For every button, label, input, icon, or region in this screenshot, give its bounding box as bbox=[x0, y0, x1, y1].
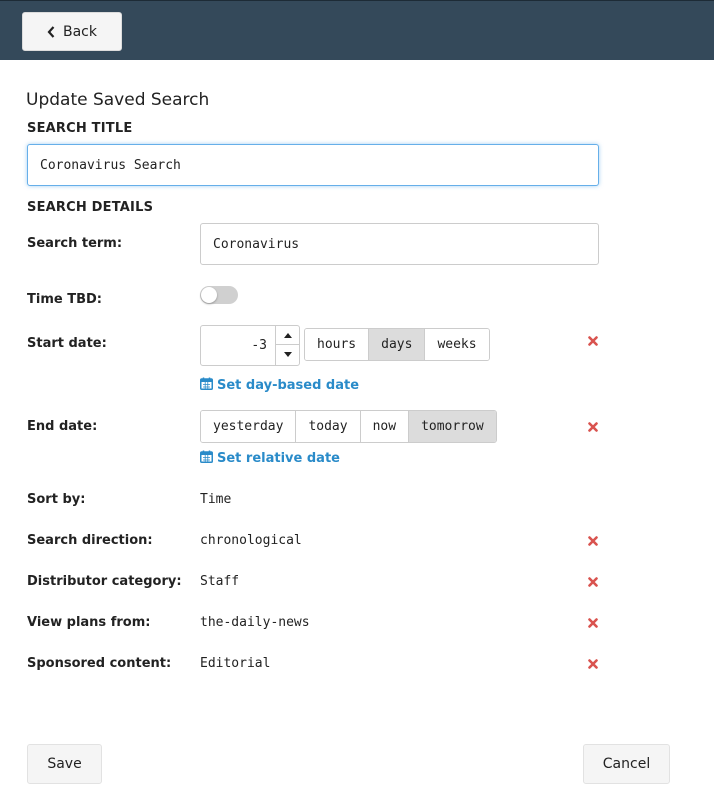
stepper-arrows bbox=[275, 326, 299, 365]
search-details-section-label: SEARCH DETAILS bbox=[27, 200, 154, 215]
start-date-label: Start date: bbox=[27, 336, 107, 351]
distributor-category-remove-close-icon[interactable] bbox=[586, 575, 600, 589]
back-button[interactable]: Back bbox=[22, 12, 122, 51]
end-date-now-button[interactable]: now bbox=[359, 411, 409, 442]
sort-by-value: Time bbox=[200, 492, 232, 507]
unit-weeks-button[interactable]: weeks bbox=[424, 329, 489, 360]
calendar-icon bbox=[200, 377, 213, 394]
start-date-unit-group: hours days weeks bbox=[304, 328, 490, 361]
unit-hours-button[interactable]: hours bbox=[305, 329, 369, 360]
search-direction-label: Search direction: bbox=[27, 533, 153, 548]
start-date-value: -3 bbox=[251, 338, 267, 353]
sponsored-content-remove-close-icon[interactable] bbox=[586, 657, 600, 671]
end-date-tomorrow-button[interactable]: tomorrow bbox=[408, 411, 496, 442]
page-title: Update Saved Search bbox=[26, 90, 210, 110]
set-day-based-date-label: Set day-based date bbox=[217, 378, 360, 393]
unit-days-button[interactable]: days bbox=[368, 329, 425, 360]
caret-up-icon[interactable] bbox=[276, 326, 299, 345]
view-plans-from-label: View plans from: bbox=[27, 615, 151, 630]
set-relative-date-link[interactable]: Set relative date bbox=[200, 450, 340, 467]
top-bar: Back bbox=[0, 0, 714, 60]
chevron-left-icon bbox=[47, 25, 55, 38]
distributor-category-value: Staff bbox=[200, 574, 240, 589]
search-term-input[interactable] bbox=[200, 223, 599, 265]
set-relative-date-label: Set relative date bbox=[217, 451, 340, 466]
toggle-knob bbox=[201, 287, 217, 303]
search-term-label: Search term: bbox=[27, 236, 123, 251]
end-date-today-button[interactable]: today bbox=[295, 411, 360, 442]
sort-by-label: Sort by: bbox=[27, 492, 86, 507]
calendar-icon bbox=[200, 450, 213, 467]
view-plans-from-value: the-daily-news bbox=[200, 615, 310, 630]
time-tbd-label: Time TBD: bbox=[27, 292, 102, 307]
start-date-remove-close-icon[interactable] bbox=[586, 334, 600, 348]
end-date-remove-close-icon[interactable] bbox=[586, 420, 600, 434]
start-date-stepper[interactable]: -3 bbox=[200, 325, 300, 366]
sponsored-content-value: Editorial bbox=[200, 656, 271, 671]
sponsored-content-label: Sponsored content: bbox=[27, 656, 172, 671]
end-date-label: End date: bbox=[27, 419, 98, 434]
set-day-based-date-link[interactable]: Set day-based date bbox=[200, 377, 359, 394]
end-date-option-group: yesterday today now tomorrow bbox=[200, 410, 497, 443]
search-direction-remove-close-icon[interactable] bbox=[586, 534, 600, 548]
end-date-yesterday-button[interactable]: yesterday bbox=[201, 411, 296, 442]
search-title-section-label: SEARCH TITLE bbox=[27, 121, 133, 136]
distributor-category-label: Distributor category: bbox=[27, 574, 182, 589]
caret-down-icon[interactable] bbox=[276, 345, 299, 364]
search-title-input[interactable] bbox=[27, 144, 599, 186]
search-direction-value: chronological bbox=[200, 533, 302, 548]
back-button-label: Back bbox=[63, 23, 97, 40]
time-tbd-toggle[interactable] bbox=[200, 286, 238, 304]
save-button[interactable]: Save bbox=[27, 744, 102, 784]
cancel-button[interactable]: Cancel bbox=[583, 744, 670, 784]
view-plans-from-remove-close-icon[interactable] bbox=[586, 616, 600, 630]
